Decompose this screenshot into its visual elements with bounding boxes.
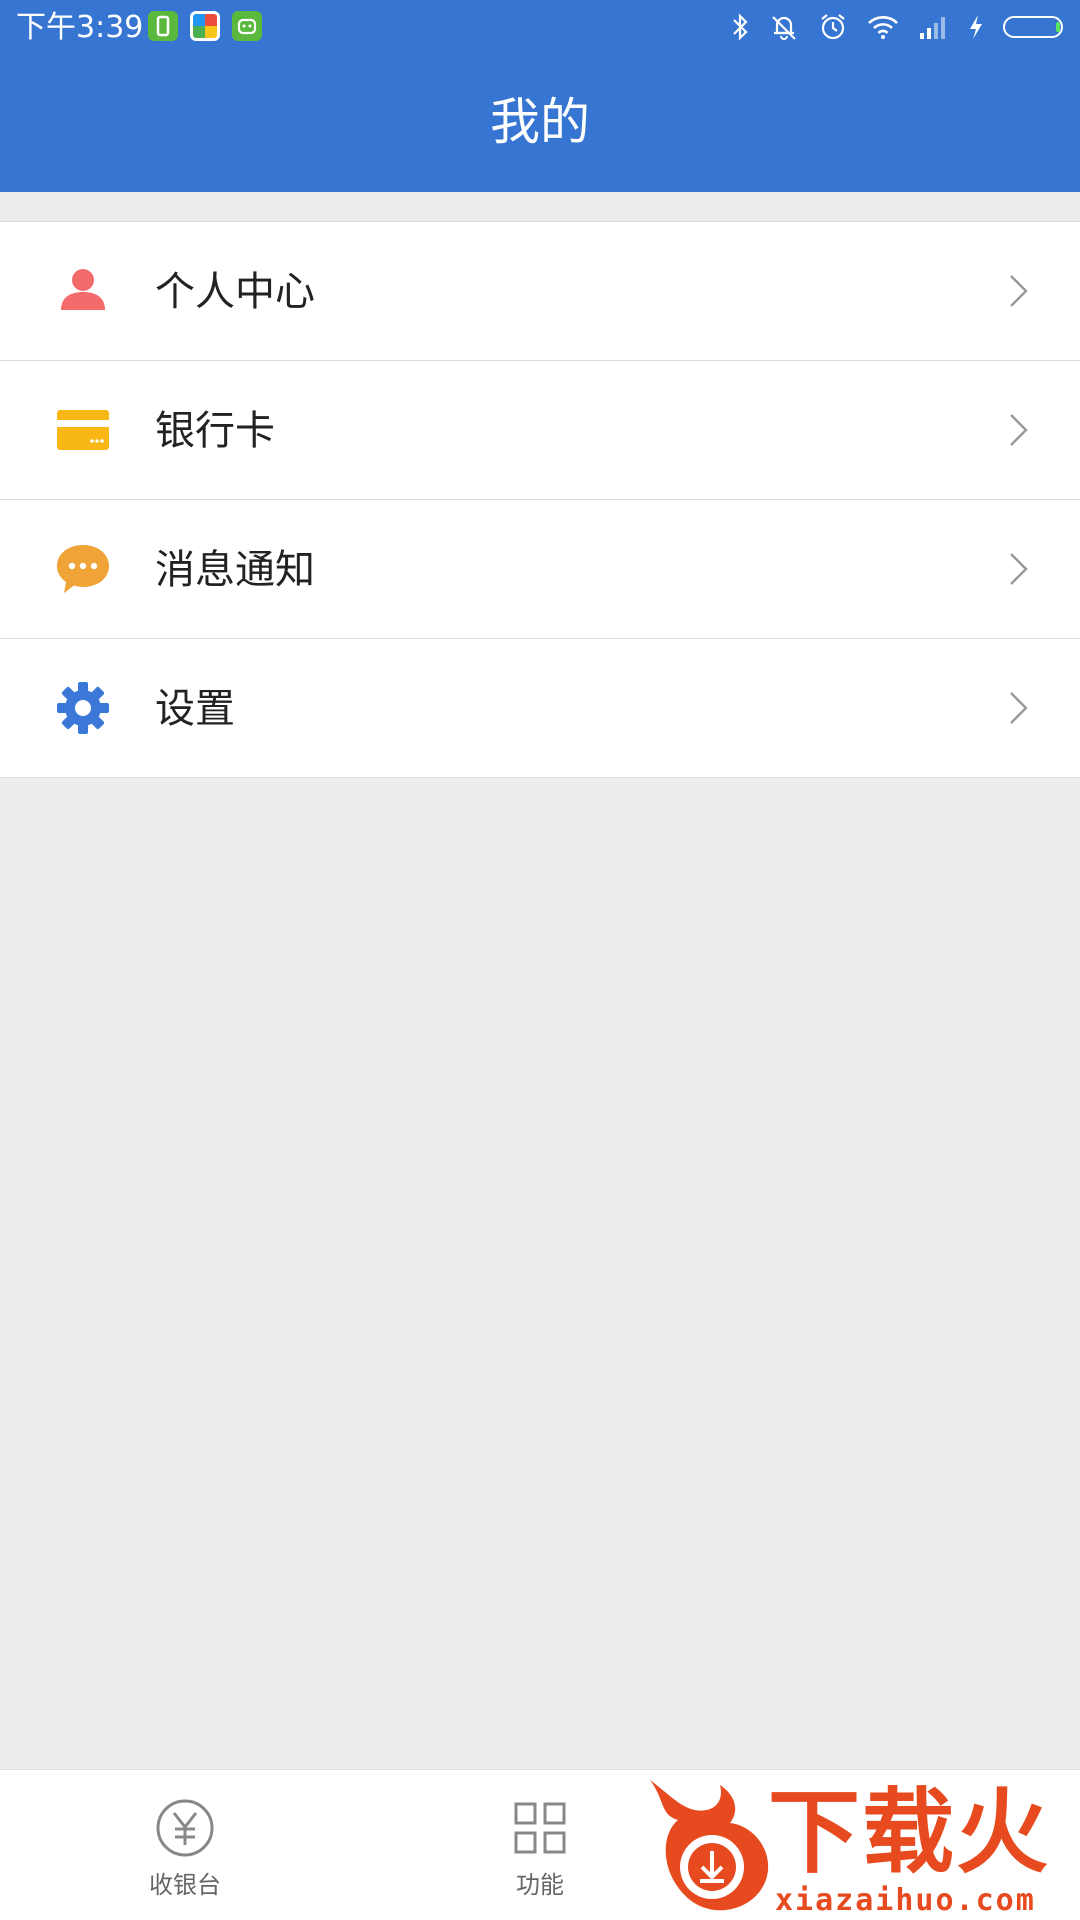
menu-item-message-notification[interactable]: 消息通知: [0, 500, 1080, 639]
page-title: 我的: [490, 93, 590, 151]
gear-icon: [57, 682, 109, 734]
alarm-icon: [821, 14, 845, 40]
watermark-brand: 下载火: [768, 1779, 1051, 1886]
menu-list: 个人中心 银行卡 消息通知 设置: [0, 221, 1080, 778]
multicolor-app-icon: [190, 11, 220, 41]
battery-icon: [1003, 16, 1063, 38]
menu-item-settings[interactable]: 设置: [0, 639, 1080, 778]
chevron-right-icon: [1010, 275, 1028, 307]
charging-icon: [970, 15, 982, 39]
status-indicators: [730, 10, 1068, 44]
app-header: 我的: [0, 58, 1080, 192]
chevron-right-icon: [1010, 553, 1028, 585]
bottom-nav: 收银台 功能 下载火 xiazaihuo.com: [0, 1769, 1080, 1920]
wifi-icon: [868, 16, 898, 39]
menu-item-bank-card[interactable]: 银行卡: [0, 361, 1080, 500]
watermark-logo: 下载火 xiazaihuo.com: [640, 1775, 1080, 1920]
yen-circle-icon: [156, 1799, 214, 1857]
watermark-url: xiazaihuo.com: [775, 1883, 1036, 1918]
status-app-icons: [148, 11, 262, 41]
mute-icon: [772, 16, 796, 40]
chevron-right-icon: [1010, 414, 1028, 446]
fire-logo-icon: [650, 1780, 769, 1911]
menu-item-label: 银行卡: [155, 408, 275, 454]
grid-icon: [514, 1802, 566, 1854]
green-app-icon: [148, 11, 178, 41]
android-app-icon: [232, 11, 262, 41]
person-icon: [61, 269, 105, 310]
status-time: 下午3:39: [16, 10, 144, 45]
bank-card-icon: [57, 410, 109, 450]
tab-cashier[interactable]: 收银台: [35, 1770, 335, 1920]
menu-item-label: 个人中心: [155, 269, 315, 315]
menu-item-label: 消息通知: [155, 547, 315, 593]
tab-label: 收银台: [149, 1871, 221, 1899]
screen: 下午3:39 我的 个人中心 银行卡 消息通知 设置 收银台 功能 下载火 xi…: [0, 0, 1080, 1920]
menu-item-personal-center[interactable]: 个人中心: [0, 222, 1080, 361]
menu-item-label: 设置: [155, 686, 235, 732]
chevron-right-icon: [1010, 692, 1028, 724]
status-bar: 下午3:39: [0, 0, 1080, 58]
message-icon: [57, 545, 109, 593]
signal-icon: [920, 17, 945, 39]
bluetooth-icon: [733, 13, 748, 41]
